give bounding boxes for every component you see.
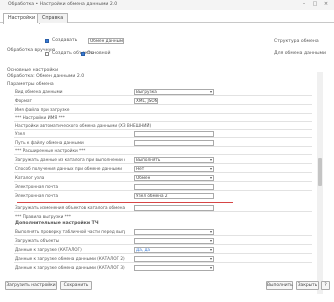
- row-divider: [14, 146, 312, 147]
- run-button[interactable]: Выполнить: [266, 281, 293, 290]
- row-label: Формат: [15, 98, 32, 103]
- row-label: Загружать данные из каталога при выполне…: [15, 157, 125, 162]
- row-divider: [14, 211, 312, 212]
- row-label: Данные к загрузке (КАТАЛОГ): [15, 247, 82, 252]
- format-field[interactable]: XML, JSON: [134, 98, 158, 104]
- row-divider: [14, 129, 312, 130]
- exchange-structure-label: Структура обмена: [274, 39, 319, 44]
- save-settings-button[interactable]: Сохранить: [60, 281, 92, 290]
- row-label: Электронная почта: [15, 193, 59, 198]
- row-divider: [14, 163, 312, 164]
- maximize-button[interactable]: □: [311, 1, 319, 8]
- validation-error-line: [17, 202, 233, 203]
- row-label: Электронная почта: [15, 184, 59, 189]
- minimize-button[interactable]: –: [300, 1, 308, 8]
- row-label: Загружать изменения объектов каталога об…: [15, 205, 125, 210]
- exchange-kind-select[interactable]: Выгрузка: [134, 89, 214, 95]
- row-divider: [14, 113, 312, 114]
- scrollbar-thumb[interactable]: [318, 158, 322, 186]
- create-value-field[interactable]: Обмен данными 2.0: [88, 38, 124, 44]
- row-label: Данные к загрузке обмена данными (КАТАЛО…: [15, 265, 125, 270]
- row-divider: [14, 172, 312, 173]
- create-checkbox[interactable]: [45, 39, 49, 43]
- load-settings-button[interactable]: Загрузить настройки: [5, 281, 57, 290]
- row-divider: [14, 95, 312, 96]
- close-form-button[interactable]: Закрыть: [296, 281, 319, 290]
- row-divider: [14, 253, 312, 254]
- row-label: Каталог узла: [15, 175, 45, 180]
- file-path-field[interactable]: [134, 140, 214, 146]
- row-label: Данные к загрузке обмена данными (КАТАЛО…: [15, 256, 125, 261]
- row-divider: [14, 190, 312, 191]
- section-subtitle: Обработка: Обмен данными 2.0: [7, 74, 85, 79]
- node-directory-select[interactable]: Обмен: [134, 175, 214, 181]
- data-to-load-select[interactable]: Да, да: [134, 247, 214, 253]
- create-label: Создавать: [52, 38, 78, 43]
- row-divider: [14, 262, 312, 263]
- check-tabular-select[interactable]: [134, 229, 214, 235]
- load-from-dir-select[interactable]: Выполнять: [134, 157, 214, 163]
- data-to-load-3-select[interactable]: [134, 265, 214, 271]
- close-button[interactable]: ×: [322, 1, 330, 8]
- load-changes-field[interactable]: [134, 205, 214, 211]
- row-label: Способ получения данных при обмене данны…: [15, 166, 122, 171]
- row-label: Имя файла при загрузке: [15, 107, 70, 112]
- exchange-data-label: Для обмена данными: [274, 51, 327, 56]
- main-label: Основной: [87, 51, 111, 56]
- create-objects-checkbox[interactable]: [45, 52, 49, 56]
- window-title: Обработка • Настройки обмена данными 2.0: [8, 2, 118, 7]
- group2-title: Дополнительные настройки ТЧ: [15, 221, 99, 226]
- row-label: *** Правила выгрузки ***: [15, 214, 71, 219]
- main-radio[interactable]: [81, 52, 85, 56]
- row-divider: [14, 104, 312, 105]
- group-title: Параметры обмена: [7, 82, 54, 87]
- row-divider: [14, 137, 312, 138]
- row-label: Выполнять проверку табличной части перед…: [15, 229, 125, 234]
- row-label: Вид обмена данными: [15, 89, 63, 94]
- tab-bar: Настройки Справка: [0, 11, 334, 24]
- email-node-field[interactable]: Узел обмена 2: [134, 193, 214, 199]
- section-title: Основные настройки: [7, 68, 59, 73]
- row-label: Путь к файлу обмена данными: [15, 140, 84, 145]
- receive-mode-select[interactable]: Нет: [134, 166, 214, 172]
- row-label: Настройки автоматического обмена данными…: [15, 123, 152, 128]
- email-field[interactable]: [134, 184, 214, 190]
- row-divider: [14, 121, 312, 122]
- row-divider: [14, 235, 312, 236]
- row-label: Загружать объекты: [15, 238, 60, 243]
- tab-settings[interactable]: Настройки: [3, 13, 41, 24]
- row-label: Узел: [15, 131, 26, 136]
- data-to-load-2-select[interactable]: [134, 256, 214, 262]
- row-divider: [14, 181, 312, 182]
- tab-help[interactable]: Справка: [37, 13, 69, 23]
- load-objects-select[interactable]: [134, 238, 214, 244]
- node-field[interactable]: [134, 131, 214, 137]
- row-divider: [14, 244, 312, 245]
- row-divider: [14, 154, 312, 155]
- help-button[interactable]: ?: [321, 281, 330, 290]
- row-label: *** Настройки ИМЯ ***: [15, 115, 65, 120]
- row-label: *** Расширенные настройки ***: [15, 148, 86, 153]
